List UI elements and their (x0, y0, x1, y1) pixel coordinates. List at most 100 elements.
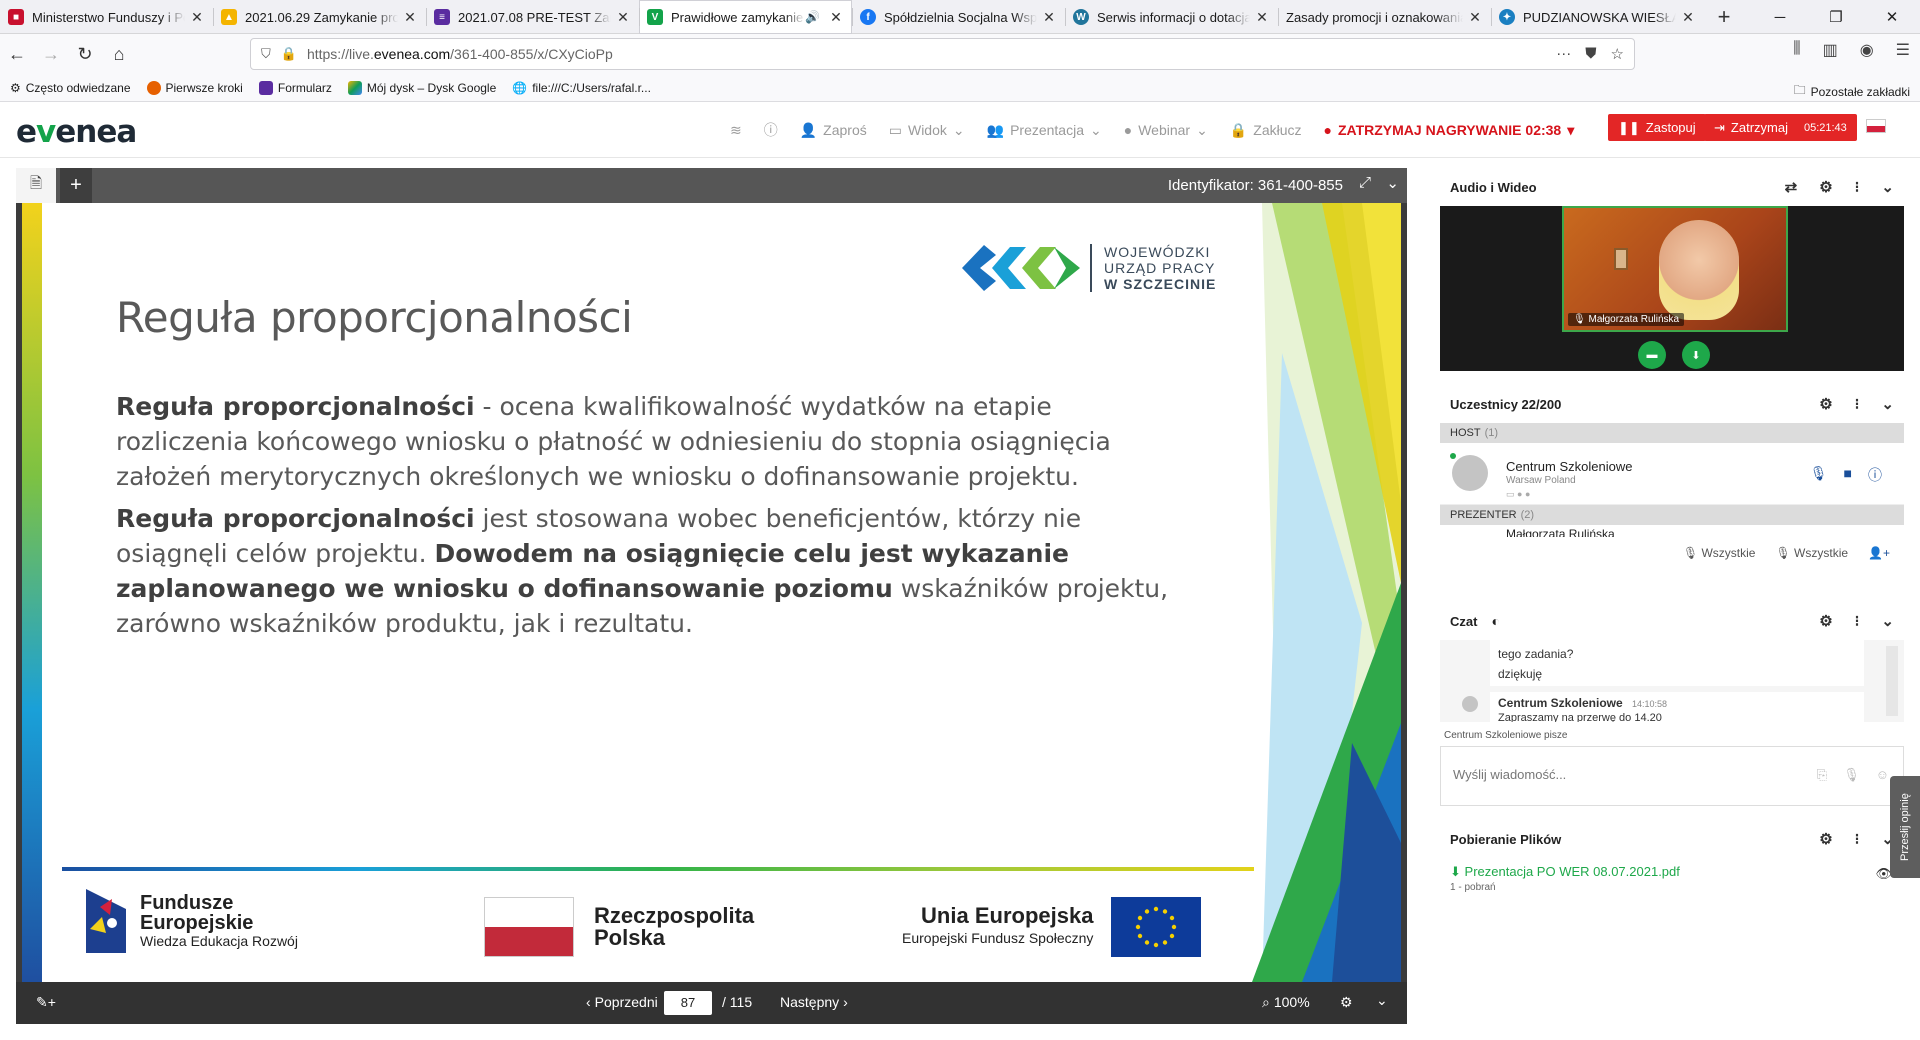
gear-icon[interactable]: ⚙ (1819, 395, 1832, 413)
stop-recording-button[interactable]: ● ZATRZYMAJ NAGRYWANIE 02:38 ▾ (1324, 122, 1575, 139)
chat-messages[interactable]: tego zadania? dziękuję Centrum Szkolenio… (1440, 640, 1904, 722)
chat-scrollbar[interactable] (1886, 646, 1898, 716)
bookmark[interactable]: Mój dysk – Dysk Google (347, 80, 496, 95)
close-tab-icon[interactable]: ✕ (615, 9, 631, 26)
account-icon[interactable]: ◉ (1860, 40, 1874, 60)
browser-tab[interactable]: W Serwis informacji o dotacjach ✕ (1065, 0, 1278, 34)
participant-row[interactable]: Małgorzata Rulińska (1440, 525, 1904, 537)
mic-icon[interactable]: 🎙 (1843, 767, 1860, 783)
lock-icon[interactable]: 🔒 (281, 46, 297, 62)
home-icon[interactable]: ⌂ (102, 37, 136, 71)
emoji-icon[interactable]: ☺ (1876, 767, 1889, 783)
page-number-input[interactable]: 87 (664, 991, 712, 1015)
back-arrow-icon[interactable]: ← (0, 37, 34, 71)
evenea-logo[interactable]: evenea (16, 114, 137, 150)
browser-tab[interactable]: ▲2021.06.29 Zamykanie projekt✕ (213, 0, 426, 34)
bookmark[interactable]: Pierwsze kroki (146, 80, 243, 95)
mute-all-button[interactable]: 🎙 Wszystkie (1683, 546, 1756, 560)
info-icon[interactable]: ⓘ (764, 120, 778, 140)
chat-input[interactable]: Wyślij wiadomość... ⎘ 🎙 ☺ (1440, 746, 1904, 806)
browser-tab[interactable]: ■ Ministerstwo Funduszy i Poli ✕ (0, 0, 213, 34)
feedback-button[interactable]: Przesłij opinię (1890, 776, 1920, 878)
presenter-group-header[interactable]: PREZENTER (2) (1440, 505, 1904, 525)
close-tab-icon[interactable]: ✕ (402, 9, 418, 26)
zoom-control[interactable]: ⌕ 100% (1262, 994, 1310, 1011)
add-document-button[interactable]: + (60, 168, 92, 203)
fullscreen-icon[interactable]: ⤢ (1359, 174, 1371, 191)
pin-icon[interactable]: ⁝ (1855, 178, 1860, 196)
gear-icon[interactable]: ⚙ (1819, 178, 1832, 196)
more-dots-icon[interactable]: ··· (1556, 45, 1571, 63)
wifi-icon[interactable]: ≋ (730, 122, 742, 139)
bookmark[interactable]: 🌐 file:///C:/Users/rafal.r... (512, 81, 651, 95)
minimize-icon[interactable]: ─ (1752, 0, 1808, 34)
pin-icon[interactable]: ⁝ (1855, 395, 1860, 413)
mic-icon[interactable]: 🎙 (1810, 465, 1828, 485)
shield-icon[interactable]: ⛉ (261, 46, 271, 62)
host-group-header[interactable]: HOST (1) (1440, 423, 1904, 443)
participant-video[interactable]: 🎙 Małgorzata Rulińska (1562, 206, 1788, 332)
language-flag-icon[interactable] (1866, 119, 1886, 133)
menu-icon[interactable]: ☰ (1896, 40, 1910, 60)
forward-arrow-icon[interactable]: → (34, 37, 68, 71)
pin-icon[interactable]: ⁝ (1855, 612, 1860, 630)
previous-slide-button[interactable]: ‹ Poprzedni (586, 994, 658, 1010)
next-slide-button[interactable]: Następny › (780, 994, 848, 1010)
bookmark[interactable]: Formularz (258, 80, 332, 95)
speaker-icon[interactable]: 🔊 (805, 10, 820, 24)
new-tab-button[interactable]: + (1704, 0, 1744, 33)
file-download-link[interactable]: ⬇ Prezentacja PO WER 08.07.2021.pdf (1450, 864, 1680, 880)
gear-icon[interactable]: ⚙ (1819, 830, 1832, 848)
chevron-down-icon[interactable]: ⌄ (1386, 174, 1399, 192)
gear-icon[interactable]: ⚙ (1819, 612, 1832, 630)
chevron-down-icon[interactable]: ⌄ (1881, 178, 1894, 196)
gear-icon[interactable]: ⚙ (1340, 994, 1353, 1011)
webinar-dropdown[interactable]: ● Webinar ⌄ (1124, 122, 1208, 139)
chevron-down-icon[interactable]: ⌄ (1881, 395, 1894, 413)
browser-tab[interactable]: ✦PUDZIANOWSKA WIESŁAWA✕ (1491, 0, 1704, 34)
browser-tab[interactable]: fSpółdzielnia Socjalna Wspóln✕ (852, 0, 1065, 34)
close-tab-icon[interactable]: ✕ (828, 9, 844, 26)
participant-row[interactable]: Centrum Szkoleniowe Warsaw Poland ▭ ● ● … (1440, 443, 1904, 505)
replace-button[interactable]: ❚❚ Zastopuj (1608, 114, 1706, 141)
forms-favicon-icon: ≡ (434, 9, 450, 25)
browser-tab-active[interactable]: V Prawidłowe zamykanie pr 🔊 ✕ (639, 0, 852, 34)
star-icon[interactable]: ☆ (1611, 45, 1624, 63)
close-window-icon[interactable]: ✕ (1864, 0, 1920, 34)
mic-toggle-icon[interactable]: ⬇ (1682, 341, 1710, 369)
chevron-down-icon[interactable]: ⌄ (1376, 992, 1388, 1009)
close-tab-icon[interactable]: ✕ (1680, 9, 1696, 26)
reload-icon[interactable]: ↻ (68, 37, 102, 71)
library-icon[interactable]: ⫼ (1793, 40, 1800, 60)
view-icon: ▭ (888, 121, 902, 138)
add-user-icon[interactable]: 👤+ (1868, 546, 1890, 560)
browser-tab[interactable]: Zasady promocji i oznakowania p ✕ (1278, 0, 1491, 34)
other-bookmarks[interactable]: 🗀 Pozostałe zakładki (1794, 81, 1910, 102)
close-tab-icon[interactable]: ✕ (1041, 9, 1057, 26)
invite-button[interactable]: 👤 Zaproś (800, 122, 867, 139)
browser-tab[interactable]: ≡2021.07.08 PRE-TEST Zamyka✕ (426, 0, 639, 34)
close-tab-icon[interactable]: ✕ (1254, 9, 1270, 26)
camera-toggle-icon[interactable]: ▬ (1638, 341, 1666, 369)
restore-icon[interactable]: ❐ (1808, 0, 1864, 34)
lock-button[interactable]: 🔒 Zakłucz (1230, 122, 1302, 139)
swap-icon[interactable]: ⇄ (1785, 178, 1798, 196)
close-tab-icon[interactable]: ✕ (189, 9, 205, 26)
presentation-dropdown[interactable]: 👥 Prezentacja ⌄ (987, 122, 1102, 139)
stop-button[interactable]: ⇥ Zatrzymaj 05:21:43 (1704, 114, 1857, 141)
sidebar-icon[interactable]: ▥ (1823, 40, 1838, 60)
mic-icon: 🎙 (1573, 314, 1586, 325)
camera-icon[interactable]: ■ (1844, 465, 1852, 485)
info-icon[interactable]: ⓘ (1868, 465, 1882, 485)
url-bar[interactable]: ⛉ 🔒 https://live. evenea.com/361-400-855/… (250, 38, 1635, 70)
chevron-down-icon[interactable]: ⌄ (1881, 612, 1894, 630)
pocket-icon[interactable]: ⛊ (1585, 45, 1596, 63)
close-tab-icon[interactable]: ✕ (1467, 9, 1483, 26)
cam-all-button[interactable]: 🎙 Wszystkie (1775, 546, 1848, 560)
annotate-pencil-icon[interactable]: ✎+ (36, 994, 56, 1011)
view-dropdown[interactable]: ▭ Widok ⌄ (889, 122, 965, 139)
document-tab-icon[interactable]: 🗎 (16, 168, 56, 203)
pin-icon[interactable]: ⁝ (1855, 830, 1860, 848)
attachment-icon[interactable]: ⎘ (1817, 767, 1827, 783)
bookmark[interactable]: ⚙ Często odwiedzane (10, 81, 131, 95)
